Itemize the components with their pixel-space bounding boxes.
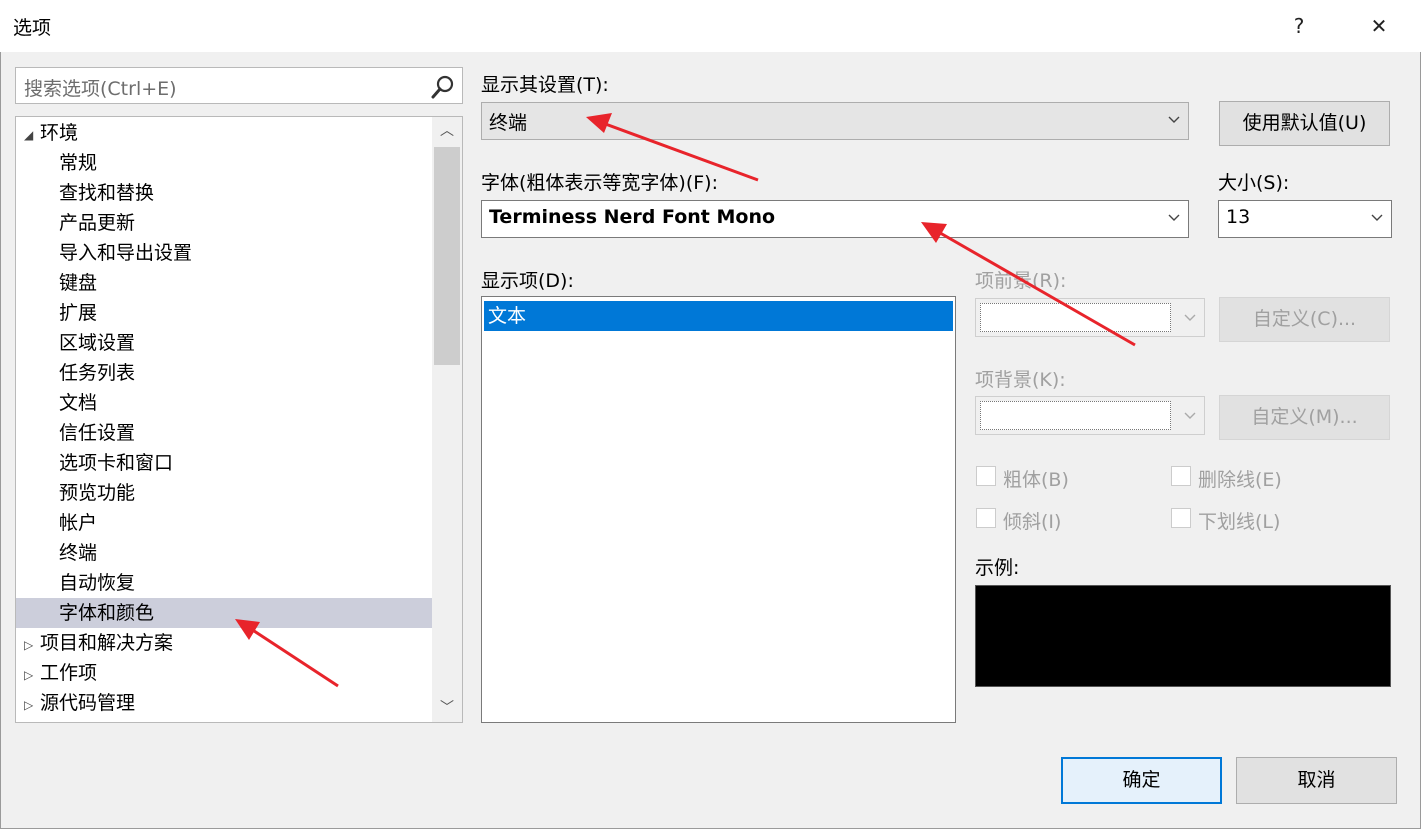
close-button[interactable]: ✕ (1354, 10, 1404, 42)
display-items-list[interactable]: 文本 (481, 296, 956, 723)
tree-item[interactable]: 导入和导出设置 (16, 238, 462, 268)
tree-item-label: 环境 (40, 122, 79, 144)
strikethrough-label: 删除线(E) (1198, 469, 1282, 491)
chevron-down-icon (1371, 214, 1383, 221)
tree-item[interactable]: 自动恢复 (16, 568, 462, 598)
tree-item[interactable]: 常规 (16, 148, 462, 178)
tree-item[interactable]: 区域设置 (16, 328, 462, 358)
tree-item-label: 产品更新 (59, 212, 136, 234)
tree-item[interactable]: 文档 (16, 388, 462, 418)
size-value: 13 (1226, 206, 1251, 228)
tree-item[interactable]: 信任设置 (16, 418, 462, 448)
window-title: 选项 (13, 17, 52, 39)
fg-swatch (980, 303, 1171, 332)
bold-checkbox[interactable] (976, 466, 996, 486)
tree-item-label: 信任设置 (59, 422, 136, 444)
tree-item-label: 区域设置 (59, 332, 136, 354)
tree-item[interactable]: 选项卡和窗口 (16, 448, 462, 478)
chevron-down-icon (1168, 214, 1180, 221)
tree-item[interactable]: 产品更新 (16, 208, 462, 238)
tree-item-label: 导入和导出设置 (59, 242, 193, 264)
fg-custom-button[interactable]: 自定义(C)... (1219, 297, 1390, 342)
title-bar (0, 0, 1421, 52)
tree-item-label: 源代码管理 (40, 692, 136, 714)
tree-item-label: 选项卡和窗口 (59, 452, 174, 474)
font-label: 字体(粗体表示等宽字体)(F): (481, 172, 718, 194)
chevron-down-icon (1184, 412, 1196, 419)
tree-item-label: 文档 (59, 392, 98, 414)
chevron-down-icon (1184, 314, 1196, 321)
bg-custom-button[interactable]: 自定义(M)... (1219, 395, 1390, 440)
tree-item[interactable]: ▷ 工作项 (16, 658, 439, 688)
help-button[interactable]: ? (1274, 10, 1324, 42)
expanded-triangle-icon[interactable]: ◢ (24, 120, 40, 150)
tree-item-label: 自动恢复 (59, 572, 136, 594)
tree-item[interactable]: 帐户 (16, 508, 462, 538)
tree-item-label: 任务列表 (59, 362, 136, 384)
use-defaults-button[interactable]: 使用默认值(U) (1219, 101, 1390, 146)
tree-item[interactable]: ▷ 项目和解决方案 (16, 628, 439, 658)
tree-item-label: 终端 (59, 542, 98, 564)
cancel-button[interactable]: 取消 (1236, 757, 1397, 804)
sample-preview (975, 585, 1391, 687)
tree-scrollbar[interactable]: ︿ ﹀ (432, 117, 462, 722)
italic-label: 倾斜(I) (1003, 511, 1062, 533)
tree-item[interactable]: 终端 (16, 538, 462, 568)
scroll-thumb[interactable] (434, 147, 460, 365)
show-settings-label: 显示其设置(T): (481, 74, 609, 96)
size-label: 大小(S): (1218, 172, 1290, 194)
tree-item[interactable]: 查找和替换 (16, 178, 462, 208)
tree-item-label: 帐户 (59, 512, 98, 534)
search-icon[interactable] (430, 74, 456, 100)
search-box[interactable]: 搜索选项(Ctrl+E) (15, 67, 463, 104)
tree-item[interactable]: 任务列表 (16, 358, 462, 388)
tree-item[interactable]: ▷ 源代码管理 (16, 688, 439, 718)
tree-item-label: 常规 (59, 152, 98, 174)
tree-item[interactable]: 预览功能 (16, 478, 462, 508)
collapsed-triangle-icon[interactable]: ▷ (24, 660, 40, 690)
size-combo[interactable]: 13 (1218, 200, 1392, 238)
tree-item-label: 查找和替换 (59, 182, 155, 204)
font-combo[interactable]: Terminess Nerd Font Mono (481, 200, 1189, 238)
show-settings-combo[interactable]: 终端 (481, 102, 1189, 140)
bold-label: 粗体(B) (1003, 469, 1069, 491)
collapsed-triangle-icon[interactable]: ▷ (24, 690, 40, 720)
font-value: Terminess Nerd Font Mono (489, 206, 776, 228)
bg-label: 项背景(K): (975, 369, 1066, 391)
tree-item[interactable]: ◢ 环境 (16, 118, 439, 148)
search-placeholder: 搜索选项(Ctrl+E) (24, 78, 177, 100)
tree-item-label: 字体和颜色 (59, 602, 155, 624)
sample-label: 示例: (975, 557, 1020, 579)
scroll-up-icon[interactable]: ︿ (432, 117, 462, 145)
tree-item-label: 预览功能 (59, 482, 136, 504)
options-tree[interactable]: ◢ 环境常规查找和替换产品更新导入和导出设置 键盘扩展区域设置任务列表文档信任设置选… (15, 116, 463, 723)
tree-item[interactable]: 键盘 (16, 268, 462, 298)
bg-swatch (980, 401, 1171, 430)
tree-item-label: 项目和解决方案 (40, 632, 174, 654)
strikethrough-checkbox[interactable] (1171, 466, 1191, 486)
underline-label: 下划线(L) (1198, 511, 1281, 533)
bg-combo[interactable] (975, 396, 1205, 435)
fg-label: 项前景(R): (975, 270, 1067, 292)
collapsed-triangle-icon[interactable]: ▷ (24, 630, 40, 660)
underline-checkbox[interactable] (1171, 508, 1191, 528)
tree-item-label: 扩展 (59, 302, 98, 324)
ok-button[interactable]: 确定 (1061, 757, 1222, 804)
fg-combo[interactable] (975, 298, 1205, 337)
tree-item-label: 工作项 (40, 662, 98, 684)
display-items-label: 显示项(D): (481, 270, 574, 292)
tree-item[interactable]: 扩展 (16, 298, 462, 328)
chevron-down-icon (1168, 116, 1180, 123)
tree-item-label: 键盘 (59, 272, 98, 294)
italic-checkbox[interactable] (976, 508, 996, 528)
show-settings-value: 终端 (489, 112, 528, 134)
scroll-down-icon[interactable]: ﹀ (432, 694, 462, 722)
list-item[interactable]: 文本 (484, 301, 953, 331)
tree-item[interactable]: 字体和颜色 (16, 598, 462, 628)
